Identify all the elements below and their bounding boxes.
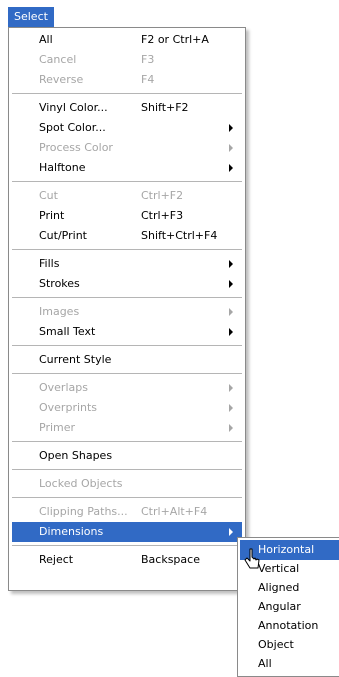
menu-separator — [12, 249, 242, 250]
select-menu: All F2 or Ctrl+A Cancel F3 Reverse F4 Vi… — [8, 27, 246, 591]
menu-item-label: Cut/Print — [39, 229, 87, 242]
menu-item-label: Current Style — [39, 353, 112, 366]
menu-item-label: Cut — [39, 189, 58, 202]
menu-item-overlaps: Overlaps — [12, 378, 242, 398]
menu-item-label: Fills — [39, 257, 60, 270]
menu-item-shortcut: Ctrl+F3 — [141, 209, 184, 222]
menu-item-primer: Primer — [12, 418, 242, 438]
menu-separator — [12, 345, 242, 346]
menu-item-spot-color[interactable]: Spot Color... — [12, 118, 242, 138]
menu-item-cut-print[interactable]: Cut/Print Shift+Ctrl+F4 — [12, 226, 242, 246]
menu-item-label: Dimensions — [39, 525, 104, 538]
menu-item-clipping-paths: Clipping Paths... Ctrl+Alt+F4 — [12, 502, 242, 522]
menu-item-cancel: Cancel F3 — [12, 50, 242, 70]
menu-item-locked-objects: Locked Objects — [12, 474, 242, 494]
submenu-item-annotation[interactable]: Annotation — [240, 616, 339, 636]
submenu-arrow-icon — [229, 124, 233, 132]
menu-item-shortcut: F3 — [141, 53, 155, 66]
menu-separator — [12, 441, 242, 442]
mouse-pointer-icon — [244, 548, 260, 569]
menu-separator — [12, 497, 242, 498]
menu-item-label: Print — [39, 209, 65, 222]
menu-item-label: Overprints — [39, 401, 98, 414]
submenu-arrow-icon — [229, 164, 233, 172]
menu-item-vinyl-color[interactable]: Vinyl Color... Shift+F2 — [12, 98, 242, 118]
menu-item-label: Clipping Paths... — [39, 505, 128, 518]
menu-item-all[interactable]: All F2 or Ctrl+A — [12, 30, 242, 50]
submenu-item-label: Aligned — [258, 581, 300, 594]
menu-item-print[interactable]: Print Ctrl+F3 — [12, 206, 242, 226]
menu-item-fills[interactable]: Fills — [12, 254, 242, 274]
menu-separator — [12, 93, 242, 94]
menu-separator — [12, 297, 242, 298]
submenu-arrow-icon — [229, 424, 233, 432]
menu-title-select[interactable]: Select — [8, 7, 54, 27]
menu-item-shortcut: Ctrl+Alt+F4 — [141, 505, 208, 518]
menu-item-label: Overlaps — [39, 381, 88, 394]
menu-item-label: All — [39, 33, 53, 46]
menu-item-shortcut: F2 or Ctrl+A — [141, 33, 209, 46]
menu-item-label: Small Text — [39, 325, 96, 338]
menu-item-label: Cancel — [39, 53, 77, 66]
submenu-arrow-icon — [229, 384, 233, 392]
menu-item-label: Vinyl Color... — [39, 101, 108, 114]
submenu-item-label: Angular — [258, 600, 301, 613]
menu-item-reject[interactable]: Reject Backspace — [12, 550, 242, 570]
menu-item-label: Process Color — [39, 141, 113, 154]
menu-item-label: Strokes — [39, 277, 80, 290]
menu-item-shortcut: Ctrl+F2 — [141, 189, 184, 202]
submenu-item-aligned[interactable]: Aligned — [240, 578, 339, 598]
submenu-item-object[interactable]: Object — [240, 635, 339, 655]
menu-item-dimensions[interactable]: Dimensions — [12, 522, 242, 542]
menu-item-shortcut: F4 — [141, 73, 155, 86]
submenu-arrow-icon — [229, 280, 233, 288]
menu-item-reverse: Reverse F4 — [12, 70, 242, 90]
menu-item-current-style[interactable]: Current Style — [12, 350, 242, 370]
menu-item-label: Reverse — [39, 73, 84, 86]
menu-item-strokes[interactable]: Strokes — [12, 274, 242, 294]
menu-item-overprints: Overprints — [12, 398, 242, 418]
menu-item-halftone[interactable]: Halftone — [12, 158, 242, 178]
menu-item-label: Reject — [39, 553, 74, 566]
menu-item-label: Open Shapes — [39, 449, 113, 462]
submenu-item-label: Horizontal — [258, 543, 315, 556]
submenu-item-angular[interactable]: Angular — [240, 597, 339, 617]
menu-item-shortcut: Backspace — [141, 553, 200, 566]
menu-item-images: Images — [12, 302, 242, 322]
submenu-item-label: Annotation — [258, 619, 319, 632]
menu-item-shortcut: Shift+Ctrl+F4 — [141, 229, 218, 242]
menu-item-label: Images — [39, 305, 80, 318]
menu-item-process-color: Process Color — [12, 138, 242, 158]
menu-separator — [12, 469, 242, 470]
menu-separator — [12, 181, 242, 182]
submenu-arrow-icon — [229, 528, 233, 536]
menu-item-label: Primer — [39, 421, 76, 434]
submenu-arrow-icon — [229, 144, 233, 152]
submenu-arrow-icon — [229, 328, 233, 336]
menu-item-shortcut: Shift+F2 — [141, 101, 189, 114]
menu-item-cut: Cut Ctrl+F2 — [12, 186, 242, 206]
menu-item-label: Locked Objects — [39, 477, 123, 490]
submenu-item-label: Object — [258, 638, 294, 651]
menu-item-label: Spot Color... — [39, 121, 106, 134]
submenu-arrow-icon — [229, 260, 233, 268]
menu-separator — [12, 373, 242, 374]
menu-item-open-shapes[interactable]: Open Shapes — [12, 446, 242, 466]
submenu-item-all[interactable]: All — [240, 654, 339, 674]
submenu-arrow-icon — [229, 404, 233, 412]
menu-item-label: Halftone — [39, 161, 86, 174]
submenu-item-label: Vertical — [258, 562, 300, 575]
menu-item-small-text[interactable]: Small Text — [12, 322, 242, 342]
submenu-arrow-icon — [229, 308, 233, 316]
menu-separator — [12, 545, 242, 546]
submenu-item-label: All — [258, 657, 272, 670]
